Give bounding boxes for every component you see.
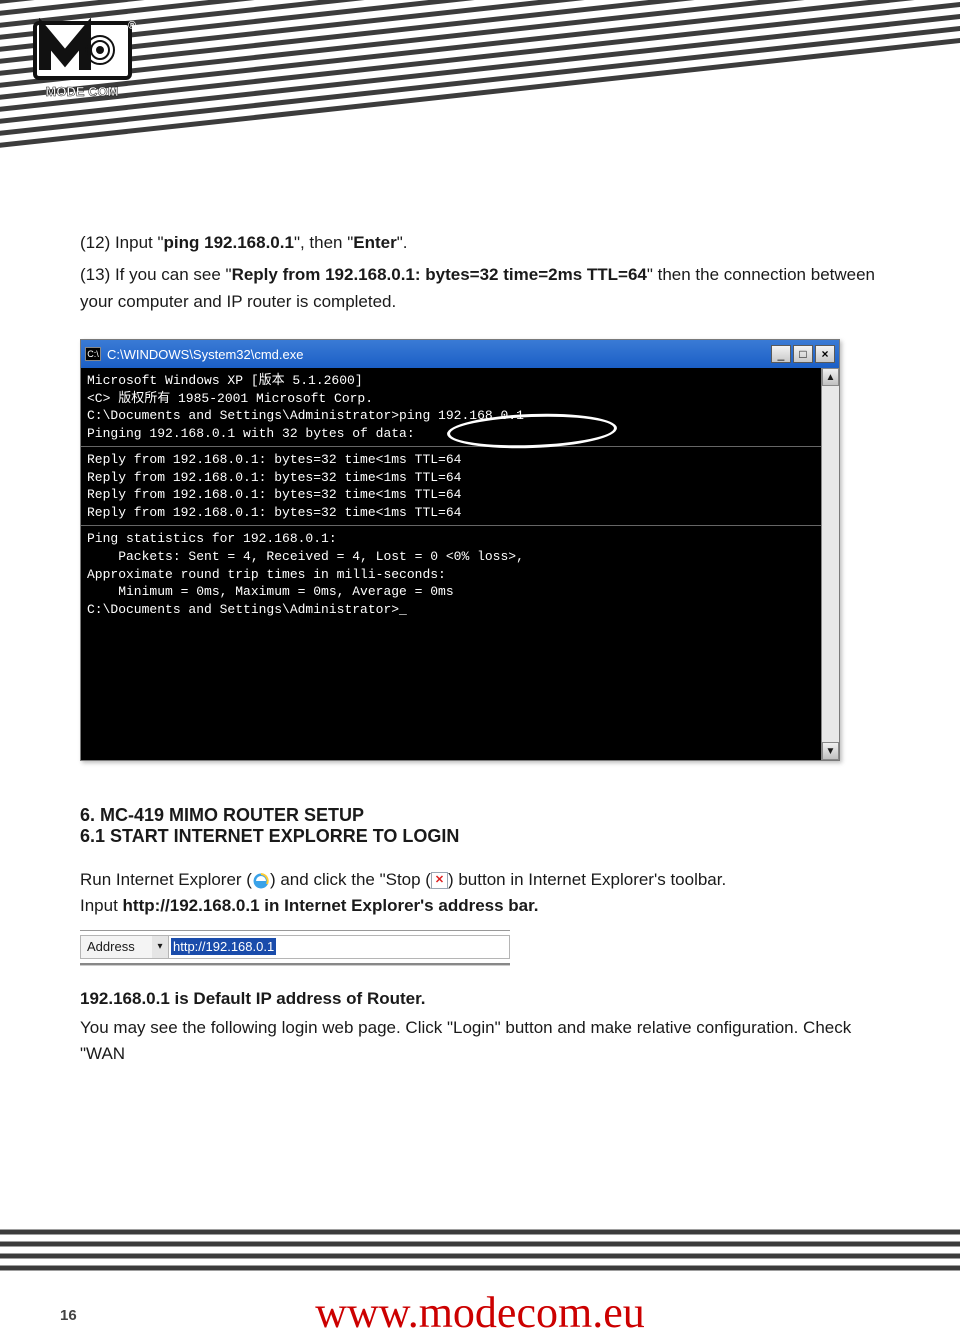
step-12: (12) Input "ping 192.168.0.1", then "Ent…	[80, 230, 880, 256]
footer-url: www.modecom.eu	[0, 1287, 960, 1338]
address-input[interactable]: http://192.168.0.1	[168, 935, 510, 959]
cmd-icon: C:\	[85, 347, 101, 361]
cmd-output[interactable]: Microsoft Windows XP [版本 5.1.2600] <C> 版…	[81, 368, 821, 760]
default-ip-note: 192.168.0.1 is Default IP address of Rou…	[80, 989, 880, 1009]
cmd-line: C:\Documents and Settings\Administrator>…	[87, 407, 815, 425]
cmd-scrollbar[interactable]: ▲ ▼	[821, 368, 839, 760]
cmd-line: Approximate round trip times in milli-se…	[87, 566, 815, 584]
cmd-line: Reply from 192.168.0.1: bytes=32 time<1m…	[87, 469, 815, 487]
scroll-up-button[interactable]: ▲	[822, 368, 839, 386]
stop-icon: ✕	[431, 872, 448, 889]
address-rule-top	[80, 930, 510, 931]
cmd-line: Microsoft Windows XP [版本 5.1.2600]	[87, 372, 815, 390]
input-url-instruction: Input http://192.168.0.1 in Internet Exp…	[80, 893, 880, 919]
cmd-title: C:\WINDOWS\System32\cmd.exe	[107, 347, 303, 362]
scroll-track[interactable]	[822, 386, 839, 742]
scroll-down-button[interactable]: ▼	[822, 742, 839, 760]
cmd-line: Reply from 192.168.0.1: bytes=32 time<1m…	[87, 486, 815, 504]
address-value: http://192.168.0.1	[171, 938, 276, 955]
footer-stripes	[0, 1222, 960, 1278]
step-13: (13) If you can see "Reply from 192.168.…	[80, 262, 880, 315]
close-button[interactable]: ×	[815, 345, 835, 363]
header-stripes	[0, 0, 960, 170]
cmd-line: Minimum = 0ms, Maximum = 0ms, Average = …	[87, 583, 815, 601]
cmd-line: Reply from 192.168.0.1: bytes=32 time<1m…	[87, 451, 815, 469]
cmd-line: C:\Documents and Settings\Administrator>…	[87, 601, 815, 619]
cmd-line: Reply from 192.168.0.1: bytes=32 time<1m…	[87, 504, 815, 522]
registered-mark: ®	[128, 20, 136, 32]
section-heading: 6. MC-419 MIMO ROUTER SETUP	[80, 805, 880, 826]
section-subheading: 6.1 START INTERNET EXPLORRE TO LOGIN	[80, 826, 880, 847]
cmd-line: Packets: Sent = 4, Received = 4, Lost = …	[87, 548, 815, 566]
run-ie-instruction: Run Internet Explorer ( ) and click the …	[80, 867, 880, 893]
maximize-button[interactable]: □	[793, 345, 813, 363]
brand-logo: MODE COM	[30, 18, 140, 103]
ie-icon	[252, 872, 270, 890]
cmd-window: C:\ C:\WINDOWS\System32\cmd.exe _ □ × Mi…	[80, 339, 840, 761]
cmd-line: <C> 版权所有 1985-2001 Microsoft Corp.	[87, 390, 815, 408]
cmd-line: Ping statistics for 192.168.0.1:	[87, 530, 815, 548]
address-dropdown-icon[interactable]: ▾	[152, 935, 168, 959]
cmd-titlebar[interactable]: C:\ C:\WINDOWS\System32\cmd.exe _ □ ×	[81, 340, 839, 368]
address-rule-bottom	[80, 963, 510, 965]
svg-text:MODE COM: MODE COM	[46, 84, 119, 99]
followup-text: You may see the following login web page…	[80, 1015, 880, 1068]
address-label: Address	[80, 935, 152, 959]
address-bar: Address ▾ http://192.168.0.1	[80, 934, 510, 960]
minimize-button[interactable]: _	[771, 345, 791, 363]
